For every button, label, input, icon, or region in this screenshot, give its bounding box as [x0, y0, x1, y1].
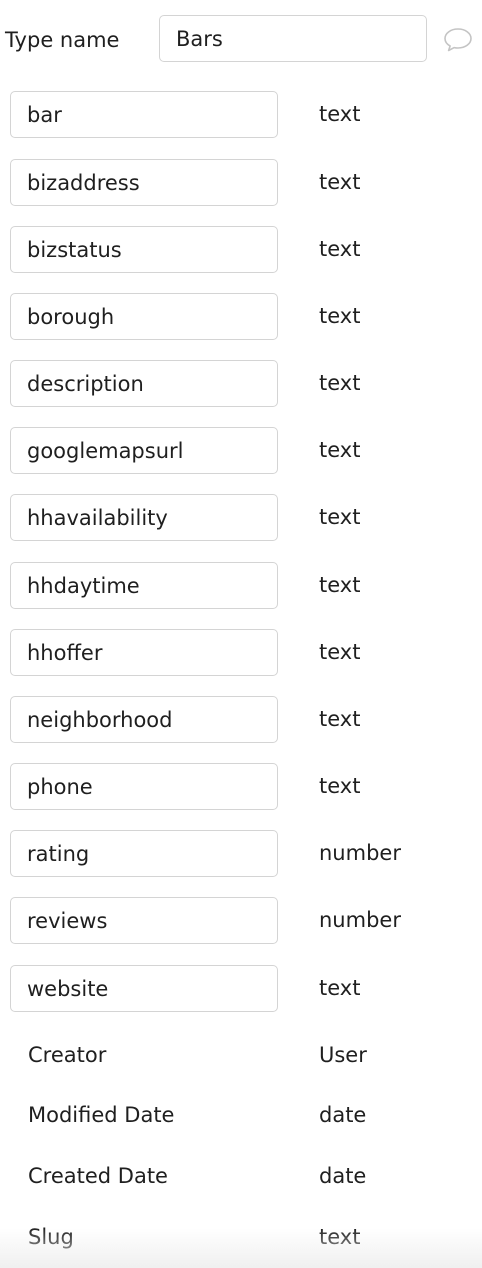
field-type-label: number [319, 841, 401, 865]
builtin-field-row: Modified Date date [0, 1092, 482, 1140]
field-name-input[interactable] [10, 427, 278, 474]
builtin-field-type: date [319, 1164, 367, 1188]
builtin-field-type: text [319, 1225, 361, 1249]
field-row: text [0, 494, 482, 542]
field-row: text [0, 965, 482, 1013]
field-row: text [0, 91, 482, 139]
field-row: text [0, 159, 482, 207]
field-name-input[interactable] [10, 226, 278, 273]
field-name-input[interactable] [10, 629, 278, 676]
field-type-label: text [319, 237, 361, 261]
field-name-input[interactable] [10, 897, 278, 944]
field-type-label: text [319, 304, 361, 328]
field-type-label: text [319, 505, 361, 529]
field-name-input[interactable] [10, 696, 278, 743]
field-type-label: text [319, 371, 361, 395]
field-row: text [0, 562, 482, 610]
field-type-label: text [319, 707, 361, 731]
field-type-label: number [319, 908, 401, 932]
field-type-label: text [319, 640, 361, 664]
field-name-input[interactable] [10, 562, 278, 609]
field-row: text [0, 293, 482, 341]
field-row: text [0, 360, 482, 408]
field-row: number [0, 897, 482, 945]
field-type-label: text [319, 438, 361, 462]
field-row: number [0, 830, 482, 878]
field-name-input[interactable] [10, 830, 278, 877]
type-name-label: Type name [5, 28, 120, 52]
field-name-input[interactable] [10, 360, 278, 407]
field-name-input[interactable] [10, 91, 278, 138]
field-name-input[interactable] [10, 494, 278, 541]
field-type-label: text [319, 170, 361, 194]
field-name-input[interactable] [10, 965, 278, 1012]
field-row: text [0, 427, 482, 475]
field-name-input[interactable] [10, 763, 278, 810]
field-type-label: text [319, 774, 361, 798]
builtin-field-name: Slug [28, 1225, 74, 1249]
field-type-label: text [319, 573, 361, 597]
field-name-input[interactable] [10, 293, 278, 340]
field-type-label: text [319, 976, 361, 1000]
builtin-field-name: Creator [28, 1043, 107, 1067]
builtin-field-row: Slug text [0, 1214, 482, 1262]
builtin-field-type: User [319, 1043, 367, 1067]
speech-bubble-icon[interactable] [443, 27, 473, 53]
type-name-input[interactable] [159, 15, 427, 62]
field-row: text [0, 226, 482, 274]
builtin-field-type: date [319, 1103, 367, 1127]
builtin-field-row: Created Date date [0, 1153, 482, 1201]
builtin-field-name: Created Date [28, 1164, 168, 1188]
field-row: text [0, 763, 482, 811]
field-type-label: text [319, 102, 361, 126]
builtin-field-row: Creator User [0, 1032, 482, 1080]
field-row: text [0, 629, 482, 677]
field-name-input[interactable] [10, 159, 278, 206]
builtin-field-name: Modified Date [28, 1103, 175, 1127]
field-row: text [0, 696, 482, 744]
